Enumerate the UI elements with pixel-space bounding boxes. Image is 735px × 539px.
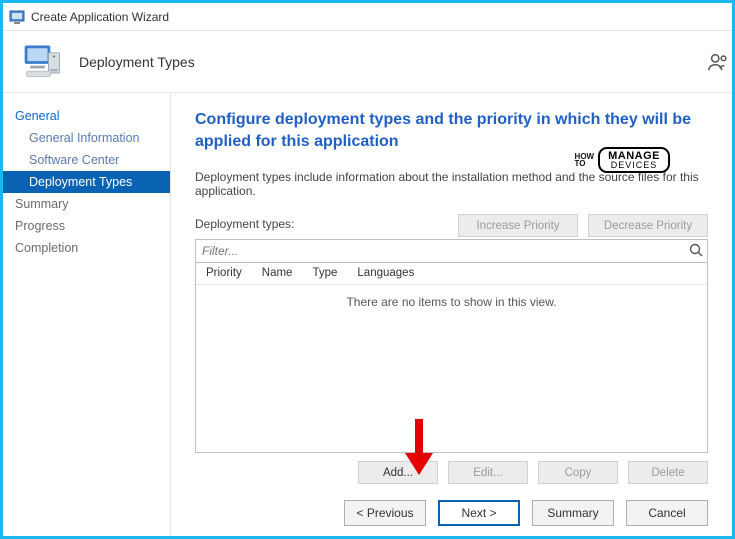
search-icon[interactable]: [688, 242, 704, 263]
wizard-footer: < Previous Next > Summary Cancel: [344, 500, 708, 526]
col-name[interactable]: Name: [252, 263, 303, 284]
list-empty-text: There are no items to show in this view.: [196, 285, 707, 309]
col-languages[interactable]: Languages: [347, 263, 424, 284]
main-heading: Configure deployment types and the prior…: [195, 109, 708, 152]
watermark-brand: MANAGE DEVICES: [598, 147, 670, 173]
watermark-howto: HOW TO: [575, 153, 595, 167]
watermark-badge: HOW TO MANAGE DEVICES: [575, 147, 670, 173]
nav-software-center[interactable]: Software Center: [3, 149, 170, 171]
computer-icon: [21, 40, 65, 84]
edit-button: Edit...: [448, 461, 528, 484]
nav-progress: Progress: [3, 215, 170, 237]
window-title: Create Application Wizard: [31, 10, 169, 24]
deployment-types-label: Deployment types:: [195, 217, 294, 231]
add-button[interactable]: Add...: [358, 461, 438, 484]
summary-button[interactable]: Summary: [532, 500, 614, 526]
col-type[interactable]: Type: [302, 263, 347, 284]
copy-button: Copy: [538, 461, 618, 484]
list-headers: Priority Name Type Languages: [196, 263, 707, 285]
title-bar: Create Application Wizard: [3, 3, 732, 31]
deployment-types-list[interactable]: Priority Name Type Languages There are n…: [195, 263, 708, 453]
decrease-priority-button: Decrease Priority: [588, 214, 708, 237]
app-icon: [9, 9, 25, 25]
next-button[interactable]: Next >: [438, 500, 520, 526]
filter-input[interactable]: [195, 239, 708, 263]
increase-priority-button: Increase Priority: [458, 214, 578, 237]
col-priority[interactable]: Priority: [196, 263, 252, 284]
delete-button: Delete: [628, 461, 708, 484]
page-title: Deployment Types: [79, 54, 195, 70]
user-help-icon[interactable]: [707, 51, 729, 78]
nav-completion: Completion: [3, 237, 170, 259]
filter-box: [195, 239, 708, 263]
nav-deployment-types[interactable]: Deployment Types: [3, 171, 170, 193]
wizard-nav: General General Information Software Cen…: [3, 93, 171, 536]
page-header: Deployment Types: [3, 31, 732, 93]
nav-general[interactable]: General: [3, 105, 170, 127]
main-description: Deployment types include information abo…: [195, 170, 708, 198]
nav-summary: Summary: [3, 193, 170, 215]
previous-button[interactable]: < Previous: [344, 500, 426, 526]
cancel-button[interactable]: Cancel: [626, 500, 708, 526]
nav-general-information[interactable]: General Information: [3, 127, 170, 149]
